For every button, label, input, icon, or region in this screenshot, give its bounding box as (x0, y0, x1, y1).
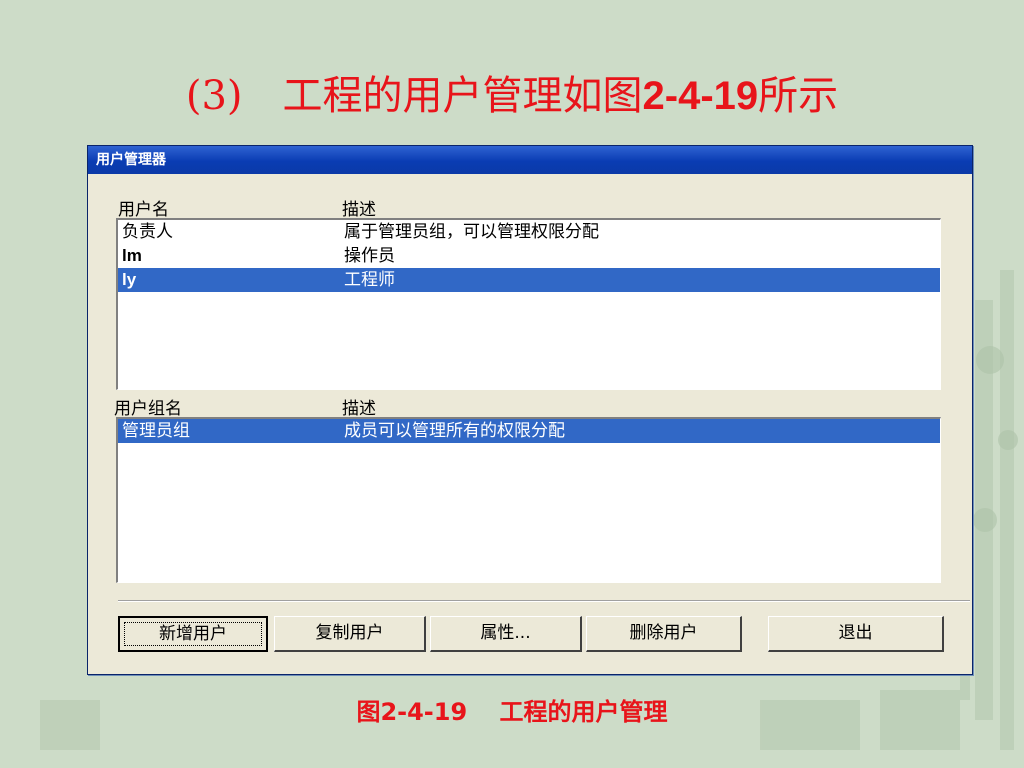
user-name: 负责人 (122, 222, 173, 242)
user-list[interactable]: 负责人 属于管理员组，可以管理权限分配 lm 操作员 ly 工程师 (116, 218, 941, 390)
properties-button-label: 属性... (480, 623, 531, 643)
delete-user-button[interactable]: 删除用户 (586, 616, 742, 652)
user-description: 属于管理员组，可以管理权限分配 (344, 222, 599, 242)
add-user-button-label: 新增用户 (159, 624, 227, 644)
group-list[interactable]: 管理员组 成员可以管理所有的权限分配 (116, 417, 941, 583)
button-separator (118, 600, 970, 602)
user-description: 工程师 (344, 270, 395, 290)
users-col-name-header: 用户名 (118, 200, 169, 220)
copy-user-button[interactable]: 复制用户 (274, 616, 426, 652)
user-name: ly (122, 270, 137, 289)
delete-user-button-label: 删除用户 (629, 623, 698, 643)
group-description: 成员可以管理所有的权限分配 (344, 421, 565, 441)
user-list-row-selected[interactable]: ly 工程师 (118, 268, 940, 292)
user-list-row[interactable]: 负责人 属于管理员组，可以管理权限分配 (118, 220, 940, 244)
copy-user-button-label: 复制用户 (315, 623, 384, 643)
slide-title-prefix: (3) 工程的用户管理如图 (185, 73, 643, 119)
users-col-desc-header: 描述 (342, 200, 376, 220)
dialog-titlebar[interactable]: 用户管理器 (88, 146, 972, 174)
properties-button[interactable]: 属性... (430, 616, 582, 652)
user-name: lm (122, 246, 142, 265)
groups-col-name-header: 用户组名 (114, 399, 182, 419)
user-description: 操作员 (344, 246, 395, 266)
exit-button[interactable]: 退出 (768, 616, 944, 652)
groups-col-desc-header: 描述 (342, 399, 376, 419)
add-user-button[interactable]: 新增用户 (118, 616, 268, 652)
group-name: 管理员组 (122, 421, 190, 441)
group-list-row-selected[interactable]: 管理员组 成员可以管理所有的权限分配 (118, 419, 940, 443)
slide-title-figure-number: 2-4-19 (642, 74, 759, 118)
figure-caption: 图2-4-19 工程的用户管理 (356, 698, 668, 726)
user-manager-dialog: 用户管理器 用户名 描述 负责人 属于管理员组，可以管理权限分配 lm 操作员 … (87, 145, 973, 675)
exit-button-label: 退出 (838, 623, 873, 643)
slide-title: (3) 工程的用户管理如图2-4-19所示 (0, 70, 1024, 122)
user-list-row[interactable]: lm 操作员 (118, 244, 940, 268)
slide-title-suffix: 所示 (758, 73, 839, 119)
